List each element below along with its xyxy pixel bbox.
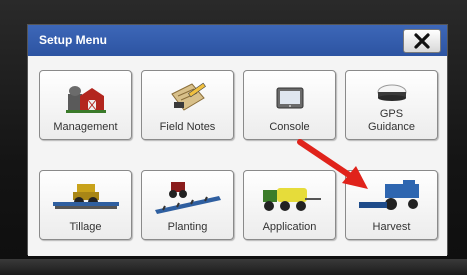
tile-label: Application — [262, 221, 317, 233]
barn-icon — [40, 79, 131, 115]
tile-label: Console — [269, 121, 310, 133]
application-tile[interactable]: Application — [243, 170, 336, 240]
tile-label: Tillage — [69, 221, 102, 233]
console-tile[interactable]: Console — [243, 70, 336, 140]
tile-label-line2: Guidance — [367, 121, 416, 133]
planter-icon — [142, 179, 233, 215]
tillage-tile[interactable]: Tillage — [39, 170, 132, 240]
title-bar: Setup Menu — [28, 25, 447, 56]
display-device: Setup Menu Management Field Notes Consol… — [0, 0, 467, 275]
planting-tile[interactable]: Planting — [141, 170, 234, 240]
screen: Setup Menu Management Field Notes Consol… — [27, 24, 448, 256]
management-tile[interactable]: Management — [39, 70, 132, 140]
notepad-pencil-icon — [142, 79, 233, 115]
device-bezel — [0, 259, 467, 275]
menu-grid: Management Field Notes Console GPS Guida… — [28, 56, 447, 256]
close-icon — [414, 33, 430, 49]
close-button[interactable] — [403, 29, 441, 53]
gps-receiver-icon — [346, 75, 437, 111]
harvest-tile[interactable]: Harvest — [345, 170, 438, 240]
sprayer-icon — [244, 179, 335, 215]
tile-label: Management — [53, 121, 118, 133]
tile-label: Planting — [167, 221, 208, 233]
tile-label-line1: GPS — [379, 108, 404, 120]
combine-icon — [346, 179, 437, 215]
tillage-icon — [40, 179, 131, 215]
field-notes-tile[interactable]: Field Notes — [141, 70, 234, 140]
tile-label: Field Notes — [159, 121, 216, 133]
monitor-icon — [244, 79, 335, 115]
tile-label: Harvest — [372, 221, 411, 233]
dialog-title: Setup Menu — [39, 33, 107, 47]
gps-guidance-tile[interactable]: GPS Guidance — [345, 70, 438, 140]
